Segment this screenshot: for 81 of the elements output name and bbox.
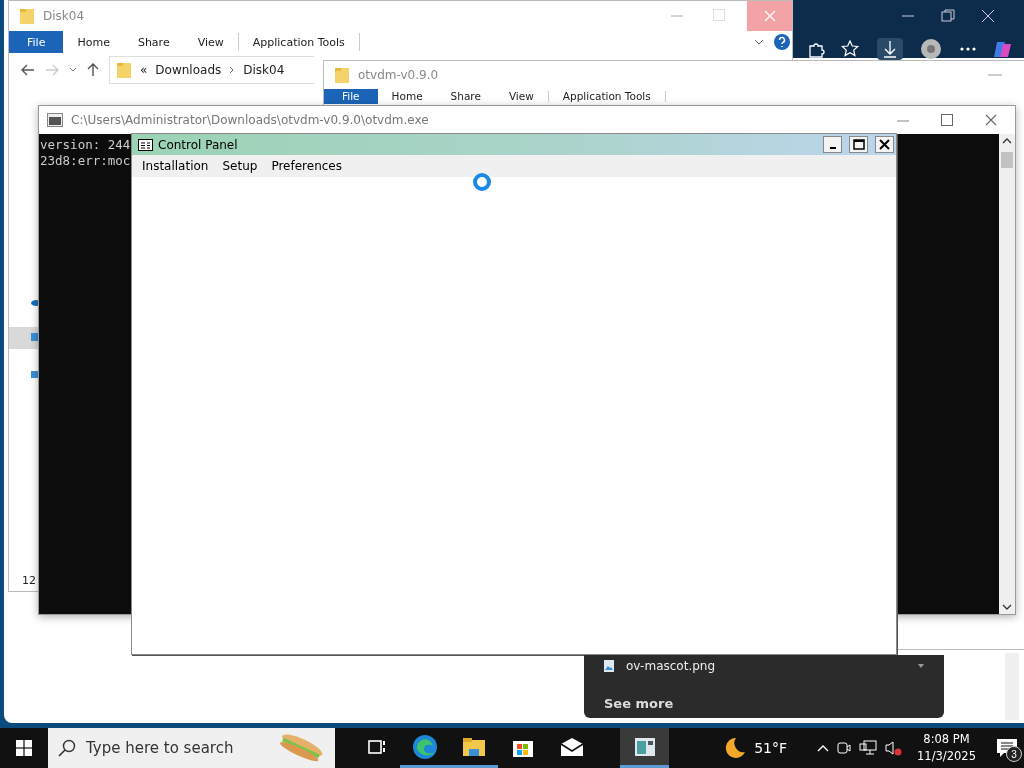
back-arrow-icon (21, 64, 35, 76)
close-button[interactable] (875, 136, 894, 153)
chevron-up-icon (1002, 138, 1012, 144)
mail-icon (559, 736, 584, 757)
minimize-button[interactable] (823, 136, 842, 153)
console-line: version: 244 (40, 137, 131, 153)
download-icon (883, 40, 897, 58)
breadcrumb[interactable]: Downloads (155, 63, 222, 77)
ribbon-tab[interactable]: Application Tools (548, 89, 665, 104)
ribbon-tab[interactable]: File (9, 31, 64, 53)
window-icon (138, 138, 153, 151)
window-icon (633, 736, 656, 757)
restore-icon (941, 9, 955, 23)
window-title: C:\Users\Administrator\Downloads\otvdm-v0.9.0\otvdm.exe (71, 113, 429, 127)
console-icon (47, 113, 63, 127)
maximize-icon (941, 114, 953, 126)
folder-icon (461, 736, 486, 757)
close-icon (985, 114, 997, 126)
chevron-down-icon (1002, 604, 1012, 610)
caret-down-icon (918, 664, 924, 668)
maximize-icon (713, 9, 725, 21)
maximize-button[interactable] (849, 136, 868, 153)
network-icon (859, 740, 878, 756)
download-button[interactable] (877, 38, 903, 60)
folder-icon (334, 66, 350, 84)
minimize-icon (988, 73, 1002, 77)
minimize-icon (829, 146, 836, 149)
up-arrow-icon (87, 63, 99, 77)
console-line: 23d8:err:moc (40, 153, 131, 169)
scrollbar[interactable] (999, 134, 1015, 614)
minimize-icon (901, 15, 915, 17)
image-file-icon (604, 660, 614, 672)
address-bar[interactable]: « Downloads Disk04 (109, 56, 314, 84)
breadcrumb-overflow[interactable]: « (140, 63, 148, 77)
star-icon (841, 40, 861, 58)
search-icon (58, 739, 76, 757)
ribbon-tab[interactable]: File (324, 89, 378, 104)
window-title: Disk04 (43, 9, 85, 23)
forward-arrow-icon (45, 64, 59, 76)
ribbon-tab[interactable]: View (183, 31, 238, 53)
chevron-down-icon (754, 39, 764, 45)
folder-icon (19, 7, 35, 25)
taskbar-app[interactable] (620, 728, 669, 768)
close-icon (981, 9, 995, 23)
help-icon (774, 34, 790, 50)
search-field[interactable]: Type here to search (48, 728, 335, 768)
speaker-muted-icon (885, 740, 904, 756)
chevron-right-icon (229, 66, 236, 74)
ribbon-tab[interactable]: Share (436, 89, 495, 104)
folder-icon (116, 61, 132, 79)
status-text: 12 (22, 574, 36, 587)
file-name[interactable]: ov-mascot.png (626, 659, 716, 673)
ribbon-tab[interactable]: Home (63, 31, 124, 53)
window-title: Control Panel (158, 137, 239, 152)
clock[interactable]: 8:08 PM 11/3/2025 (917, 731, 976, 765)
menu-item[interactable]: Preferences (264, 159, 349, 173)
camera-icon (837, 740, 852, 756)
sandwich-icon (277, 733, 325, 763)
ribbon-tab[interactable]: Application Tools (238, 31, 359, 53)
scrollbar-thumb[interactable] (1001, 152, 1013, 168)
more-icon (959, 46, 977, 52)
ribbon-tab[interactable]: Home (377, 89, 437, 104)
maximize-icon (852, 139, 865, 150)
see-more-link[interactable]: See more (604, 696, 674, 711)
breadcrumb[interactable]: Disk04 (243, 63, 285, 77)
close-icon (764, 10, 776, 22)
ribbon-tab[interactable]: Share (123, 31, 184, 53)
menu-item[interactable]: Setup (215, 159, 265, 173)
puzzle-icon (807, 40, 825, 58)
ribbon-tab[interactable]: View (494, 89, 548, 104)
chevron-down-icon (69, 67, 77, 73)
window-title: otvdm-v0.9.0 (358, 68, 439, 82)
nav-item[interactable] (9, 327, 39, 349)
windows-logo-icon (16, 740, 32, 756)
close-icon (879, 139, 890, 150)
chevron-up-icon (817, 744, 830, 752)
edge-icon (411, 733, 438, 760)
weather-temperature[interactable]: 51°F (754, 740, 788, 756)
menu-item[interactable]: Installation (135, 159, 216, 173)
loading-spinner-icon (472, 172, 492, 192)
copilot-icon (993, 40, 1013, 58)
